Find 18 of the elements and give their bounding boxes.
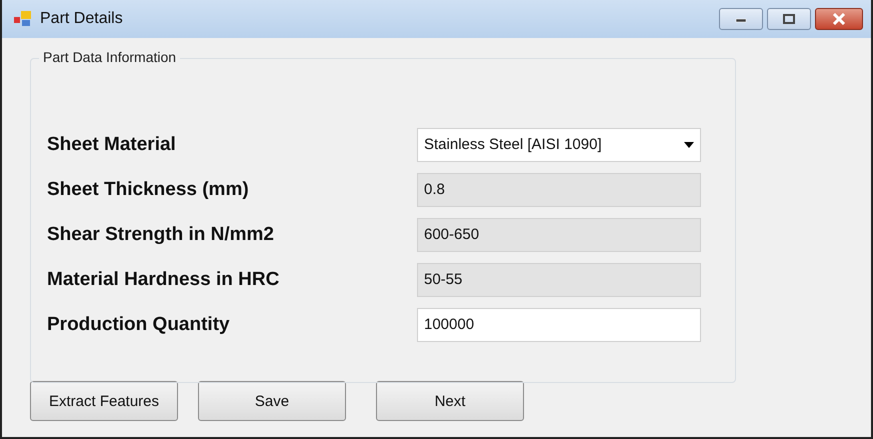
action-button[interactable]: Extract Features [30, 381, 178, 421]
field-label: Shear Strength in N/mm2 [47, 224, 275, 246]
caret-icon [684, 142, 694, 148]
maximize-button[interactable] [767, 8, 811, 30]
maximize-icon [782, 14, 796, 24]
field-label: Sheet Thickness (mm) [47, 178, 250, 200]
dropdown[interactable]: Stainless Steel [AISI 1090] [417, 128, 701, 162]
window-title: Part Details [40, 10, 123, 28]
input-field[interactable]: 100000 [417, 308, 701, 342]
group-title: Part Data Information [39, 49, 180, 65]
action-button[interactable]: Next [376, 381, 524, 421]
app-icon [14, 11, 32, 27]
field-label: Production Quantity [47, 314, 231, 336]
close-button[interactable] [815, 8, 863, 30]
close-icon [832, 13, 846, 25]
field-label: Material Hardness in HRC [47, 268, 280, 290]
action-button[interactable]: Save [198, 381, 346, 421]
field-label: Sheet Material [47, 134, 177, 156]
